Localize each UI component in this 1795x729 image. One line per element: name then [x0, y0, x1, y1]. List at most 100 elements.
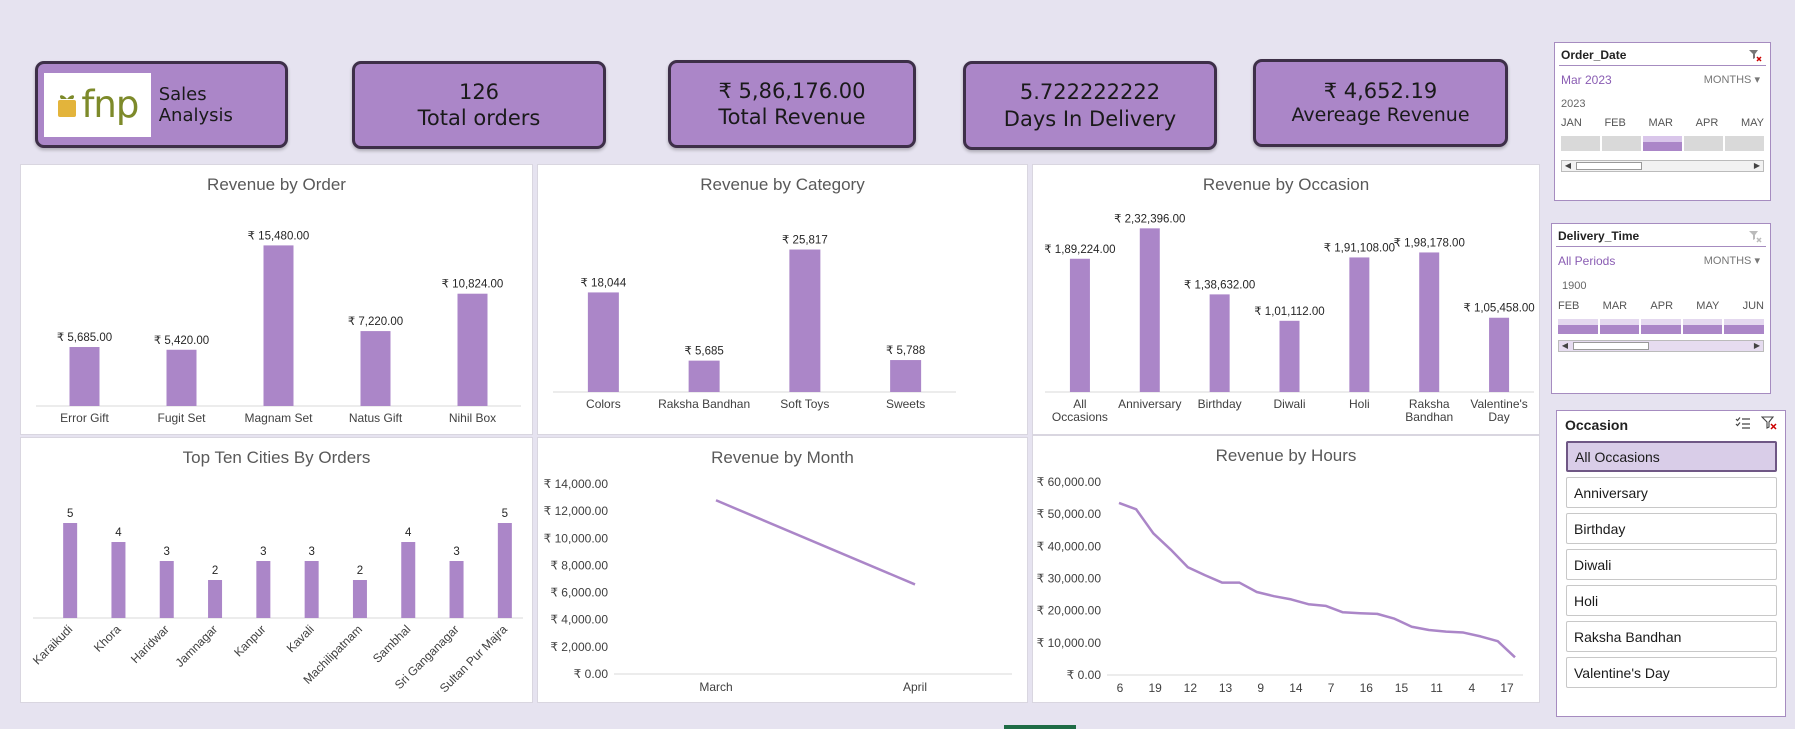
month-cell[interactable]	[1602, 136, 1641, 151]
fnp-logo: fnp	[44, 72, 151, 137]
logo-card: fnp Sales Analysis	[35, 61, 288, 148]
month-label: MAR	[1602, 300, 1628, 312]
category-label: Jamnagar	[173, 622, 221, 670]
data-label: ₹ 10,824.00	[442, 279, 504, 291]
category-label: Holi	[1349, 397, 1370, 411]
bar	[159, 561, 174, 618]
clear-filter-icon[interactable]	[1761, 416, 1777, 430]
category-label: Birthday	[1198, 397, 1242, 411]
category-label: Magnam Set	[244, 411, 313, 425]
line-chart: ₹ 14,000.00 ₹ 12,000.00 ₹ 10,000.00 ₹ 8,000…	[544, 477, 1012, 694]
month-label: JAN	[1561, 117, 1582, 129]
sheet-tab[interactable]	[1004, 725, 1076, 729]
x-tick-label: 17	[1500, 681, 1514, 695]
bar	[449, 561, 464, 618]
scroll-left-icon[interactable]: ◀	[1563, 161, 1573, 171]
data-label: 5	[502, 508, 508, 520]
month-label: MAR	[1648, 117, 1673, 129]
chart-revenue-by-category: Revenue by Category ₹ 18,044 Colors ₹ 5,68…	[537, 164, 1028, 435]
month-label: FEB	[1604, 117, 1626, 129]
occasion-item[interactable]: Birthday	[1566, 513, 1777, 544]
kpi-days-in-delivery: 5.722222222 Days In Delivery	[963, 61, 1217, 150]
data-label: 3	[308, 546, 314, 558]
timeline-scrollbar[interactable]: ◀ ▶	[1561, 160, 1764, 172]
scroll-right-icon[interactable]: ▶	[1752, 161, 1762, 171]
month-cell[interactable]	[1684, 136, 1723, 151]
category-label: Day	[1488, 410, 1509, 424]
clear-filter-icon[interactable]	[1748, 229, 1762, 243]
slicer-order-date[interactable]: Order_Date Mar 2023 MONTHS ▾ 2023 JAN FEB…	[1554, 42, 1771, 201]
month-cell[interactable]	[1641, 319, 1681, 334]
x-tick-label: 9	[1257, 681, 1264, 695]
slicer-title: Occasion	[1565, 417, 1629, 433]
chart-top-ten-cities: Top Ten Cities By Orders 5 Karaikudi 4 Khor…	[20, 437, 533, 703]
month-cell[interactable]	[1724, 319, 1764, 334]
y-tick-label: ₹ 30,000.00	[1037, 572, 1102, 586]
scroll-left-icon[interactable]: ◀	[1560, 341, 1570, 351]
time-level-dropdown[interactable]: MONTHS ▾	[1704, 73, 1760, 86]
month-labels: FEB MAR APR MAY JUN	[1558, 300, 1764, 312]
bar	[352, 580, 367, 618]
bar	[1489, 317, 1510, 392]
multi-select-icon[interactable]	[1735, 416, 1751, 430]
bar	[111, 542, 126, 618]
data-label: ₹ 1,98,178.00	[1394, 237, 1465, 249]
x-tick-label: 15	[1395, 681, 1409, 695]
category-label: Sambhal	[370, 622, 413, 665]
scroll-thumb[interactable]	[1573, 342, 1649, 350]
bar-chart: ₹ 1,89,224.00 AllOccasions ₹ 2,32,396.00 An…	[1044, 213, 1534, 424]
slicer-selection: All Periods	[1558, 254, 1616, 268]
data-label: ₹ 1,01,112.00	[1254, 306, 1324, 318]
time-level-dropdown[interactable]: MONTHS ▾	[1704, 254, 1760, 267]
occasion-item[interactable]: Valentine's Day	[1566, 657, 1777, 688]
month-cell[interactable]	[1558, 319, 1598, 334]
scroll-thumb[interactable]	[1576, 162, 1642, 170]
bar	[688, 360, 720, 392]
bar	[401, 542, 416, 618]
month-labels: JAN FEB MAR APR MAY	[1561, 117, 1764, 129]
category-label: Bandhan	[1405, 410, 1453, 424]
occasion-item[interactable]: Anniversary	[1566, 477, 1777, 508]
category-label: Diwali	[1273, 397, 1305, 411]
data-label: ₹ 25,817	[782, 235, 828, 247]
chart-revenue-by-occasion: Revenue by Occasion ₹ 1,89,224.00 All Occa…	[1032, 164, 1540, 435]
occasion-item[interactable]: All Occasions	[1566, 441, 1777, 472]
gift-icon	[58, 94, 77, 117]
data-label: 3	[260, 546, 266, 558]
category-label: Karaikudi	[30, 622, 75, 667]
y-tick-label: ₹ 0.00	[1067, 668, 1102, 682]
month-cell[interactable]	[1643, 136, 1682, 151]
occasion-item[interactable]: Holi	[1566, 585, 1777, 616]
chart-revenue-by-month: Revenue by Month ₹ 14,000.00 ₹ 12,000.00 ₹…	[537, 437, 1028, 703]
bar	[1139, 228, 1160, 392]
category-label: Valentine's	[1470, 397, 1527, 411]
month-cell[interactable]	[1599, 319, 1640, 334]
occasion-list: All Occasions Anniversary Birthday Diwali Ho…	[1566, 441, 1777, 693]
bar	[256, 561, 271, 618]
y-tick-label: ₹ 2,000.00	[550, 640, 608, 654]
y-tick-label: ₹ 20,000.00	[1037, 604, 1102, 618]
slicer-occasion[interactable]: Occasion All Occasions Anniversary Birthda…	[1556, 410, 1786, 717]
scroll-right-icon[interactable]: ▶	[1752, 341, 1762, 351]
y-tick-label: ₹ 0.00	[574, 667, 609, 681]
category-label: Kavali	[284, 622, 317, 655]
timeline-scrollbar[interactable]: ◀ ▶	[1558, 340, 1764, 352]
month-cell[interactable]	[1561, 136, 1600, 151]
bar	[304, 561, 319, 618]
data-label: ₹ 1,89,224.00	[1044, 244, 1115, 256]
occasion-item[interactable]: Diwali	[1566, 549, 1777, 580]
occasion-item[interactable]: Raksha Bandhan	[1566, 621, 1777, 652]
month-cell[interactable]	[1725, 136, 1764, 151]
x-tick-label: 7	[1328, 681, 1335, 695]
data-label: 2	[212, 565, 218, 577]
bar	[1209, 294, 1230, 392]
slicer-delivery-time[interactable]: Delivery_Time All Periods MONTHS ▾ 1900 …	[1551, 223, 1771, 394]
slicer-selection: Mar 2023	[1561, 73, 1612, 87]
month-cell[interactable]	[1682, 319, 1723, 334]
clear-filter-icon[interactable]	[1748, 48, 1762, 62]
bar-chart: ₹ 5,685.00 Error Gift ₹ 5,420.00 Fugit Set ₹…	[36, 230, 521, 425]
category-label: All	[1073, 397, 1086, 411]
timeline-bar[interactable]	[1561, 136, 1764, 151]
timeline-bar[interactable]	[1558, 319, 1764, 334]
y-tick-label: ₹ 4,000.00	[550, 613, 608, 627]
